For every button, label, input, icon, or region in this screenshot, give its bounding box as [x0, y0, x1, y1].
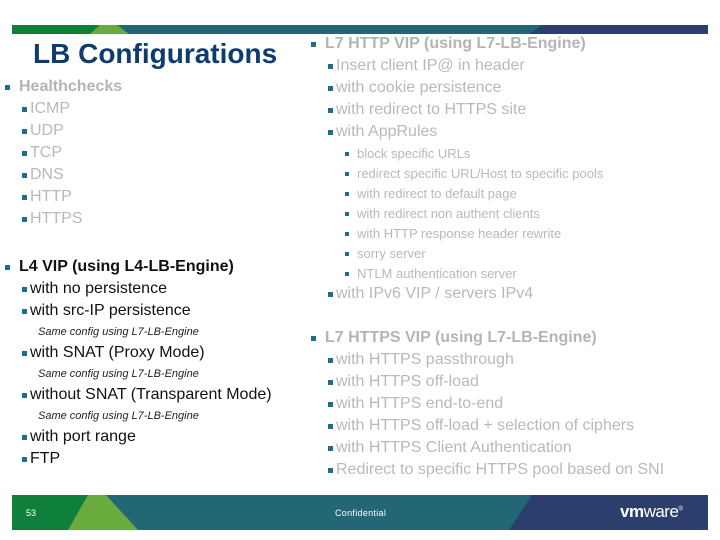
- bullet-icon: [328, 357, 333, 363]
- bullet-icon: [22, 456, 27, 462]
- bullet-icon: [345, 151, 349, 156]
- list-item: ICMP: [22, 100, 70, 118]
- logo-mark: ®: [678, 506, 683, 513]
- list-item: UDP: [22, 122, 64, 140]
- list-item: with src-IP persistence: [22, 302, 191, 320]
- bullet-icon: [328, 291, 333, 297]
- l4-vip-heading: L4 VIP (using L4-LB-Engine): [5, 258, 234, 276]
- bullet-icon: [328, 423, 333, 429]
- list-item: with AppRules: [328, 123, 437, 141]
- vmware-logo-icon: vmware®: [620, 502, 683, 522]
- bullet-icon: [22, 434, 27, 440]
- list-item: with HTTPS off-load + selection of ciphe…: [328, 417, 634, 435]
- bullet-icon: [345, 231, 349, 236]
- apprule-item: with redirect non authent clients: [345, 206, 540, 221]
- bullet-icon: [22, 350, 27, 356]
- slide-title: LB Configurations: [33, 38, 278, 69]
- healthchecks-heading: Healthchecks: [5, 78, 122, 96]
- band-navy: [530, 25, 708, 34]
- apprule-item: sorry server: [345, 246, 426, 261]
- logo-bold: vm: [620, 502, 644, 521]
- bullet-icon: [311, 41, 316, 47]
- list-item: without SNAT (Transparent Mode): [22, 386, 272, 404]
- list-item: HTTP: [22, 188, 72, 206]
- l7-https-heading: L7 HTTPS VIP (using L7-LB-Engine): [311, 329, 597, 347]
- bullet-icon: [22, 106, 27, 112]
- list-item: with port range: [22, 428, 136, 446]
- bullet-icon: [345, 191, 349, 196]
- apprule-item: redirect specific URL/Host to specific p…: [345, 166, 603, 181]
- bullet-icon: [345, 211, 349, 216]
- bullet-icon: [345, 251, 349, 256]
- logo-light: ware: [643, 502, 679, 521]
- header-band: [12, 25, 708, 34]
- page-number: 53: [26, 508, 37, 518]
- bullet-icon: [345, 271, 349, 276]
- confidential-label: Confidential: [335, 508, 387, 518]
- bullet-icon: [328, 379, 333, 385]
- apprule-item: NTLM authentication server: [345, 266, 517, 281]
- bullet-icon: [22, 128, 27, 134]
- bullet-icon: [328, 129, 333, 135]
- bullet-icon: [22, 308, 27, 314]
- list-item: with HTTPS off-load: [328, 373, 479, 391]
- list-item: with SNAT (Proxy Mode): [22, 344, 205, 362]
- l7-http-heading: L7 HTTP VIP (using L7-LB-Engine): [311, 35, 586, 53]
- bullet-icon: [22, 172, 27, 178]
- bullet-icon: [5, 264, 10, 270]
- apprule-item: with redirect to default page: [345, 186, 517, 201]
- bullet-icon: [5, 84, 10, 90]
- list-item: with redirect to HTTPS site: [328, 101, 526, 119]
- list-item: with cookie persistence: [328, 79, 501, 97]
- bullet-icon: [311, 335, 316, 341]
- apprule-item: with HTTP response header rewrite: [345, 226, 561, 241]
- bullet-icon: [328, 401, 333, 407]
- list-item: with IPv6 VIP / servers IPv4: [328, 285, 533, 303]
- list-item: FTP: [22, 450, 60, 468]
- list-item: Redirect to specific HTTPS pool based on…: [328, 461, 664, 479]
- list-item: DNS: [22, 166, 64, 184]
- note-text: Same config using L7-LB-Engine: [38, 326, 199, 338]
- note-text: Same config using L7-LB-Engine: [38, 410, 199, 422]
- list-item: Insert client IP@ in header: [328, 57, 525, 75]
- bullet-icon: [345, 171, 349, 176]
- list-item: with HTTPS passthrough: [328, 351, 514, 369]
- list-item: with HTTPS end-to-end: [328, 395, 503, 413]
- list-item: with HTTPS Client Authentication: [328, 439, 572, 457]
- bullet-icon: [328, 107, 333, 113]
- bullet-icon: [22, 150, 27, 156]
- bullet-icon: [328, 85, 333, 91]
- list-item: with no persistence: [22, 280, 167, 298]
- bullet-icon: [328, 467, 333, 473]
- band-green: [12, 25, 100, 34]
- list-item: HTTPS: [22, 210, 82, 228]
- bullet-icon: [22, 392, 27, 398]
- apprule-item: block specific URLs: [345, 146, 470, 161]
- bullet-icon: [22, 286, 27, 292]
- bullet-icon: [22, 216, 27, 222]
- bullet-icon: [22, 194, 27, 200]
- bullet-icon: [328, 445, 333, 451]
- note-text: Same config using L7-LB-Engine: [38, 368, 199, 380]
- bullet-icon: [328, 63, 333, 69]
- list-item: TCP: [22, 144, 62, 162]
